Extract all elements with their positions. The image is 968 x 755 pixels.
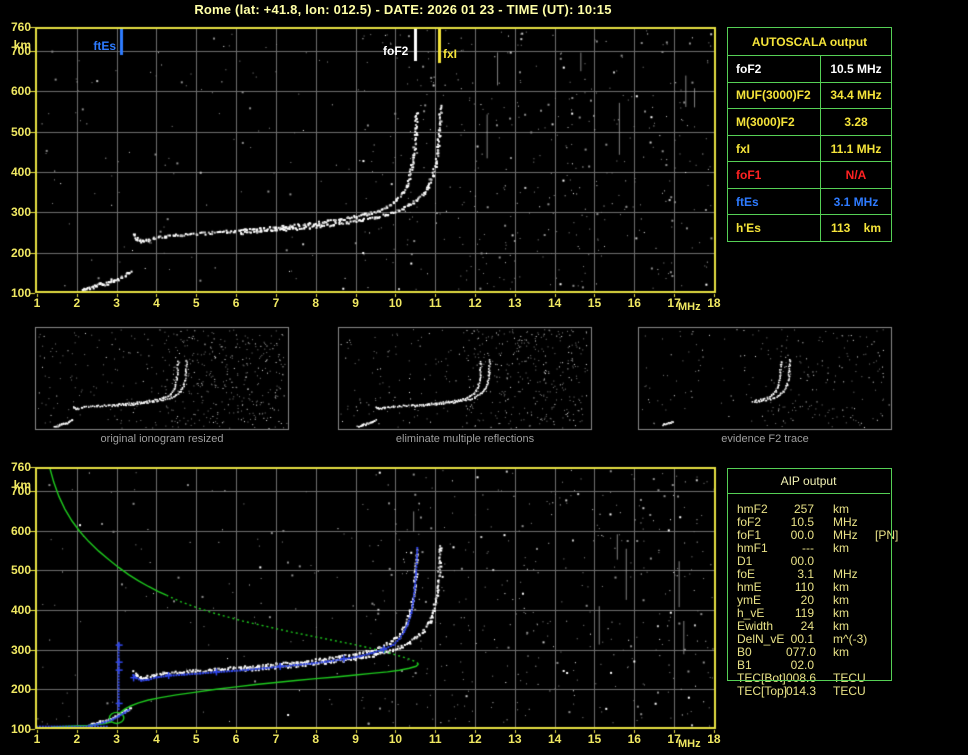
thumbnail-caption-eliminate: eliminate multiple reflections <box>395 433 535 445</box>
plot1-y-tick-label: 600 <box>10 523 31 538</box>
plot1-x-tick-label: 16 <box>627 732 641 746</box>
marker-label-ftEs: ftEs <box>93 39 116 53</box>
plot1-x-tick-label: 6 <box>232 732 240 746</box>
autoscala-param-label: foF1 <box>728 162 821 188</box>
autoscala-param-value: 113 km <box>830 221 882 236</box>
plot1-x-tick-label: 3 <box>113 732 120 746</box>
plot1-x-tick-label: 13 <box>508 732 522 746</box>
plot0-y-tick-label: 700 <box>10 44 31 59</box>
plot1-y-tick-label: 400 <box>10 602 31 617</box>
autoscala-param-label: MUF(3000)F2 <box>728 82 821 109</box>
marker-label-foF2: foF2 <box>383 44 409 58</box>
thumbnail-caption-original: original ionogram resized <box>100 433 224 445</box>
autoscala-param-label: M(3000)F2 <box>728 109 821 135</box>
aip-row-foE: foE 3.1 MHz <box>737 568 962 581</box>
plot0-x-tick-label: 4 <box>153 296 160 310</box>
plot1-x-tick-label: 10 <box>388 732 403 746</box>
autoscala-row-foF2: foF2 10.5 MHz <box>728 56 891 83</box>
plot1-x-tick-label: 7 <box>272 732 280 746</box>
plot1-x-tick-label: 15 <box>587 732 602 746</box>
plot1-y-tick-label: 100 <box>10 722 31 736</box>
plot0-x-tick-label: 18 <box>707 296 721 310</box>
plot1-y-tick-label: 500 <box>10 563 31 578</box>
plot1-y-tick-label: 200 <box>10 682 31 697</box>
autoscala-row-fxI: fxI 11.1 MHz <box>728 135 891 163</box>
aip-output-rows: hmF2 257 km foF2 10.5 MHz foF1 00.0 MHz [PN] hmF1-… <box>737 503 962 698</box>
plot0-x-tick-label: 7 <box>272 296 280 310</box>
plot1-y-tick-label: 300 <box>10 642 31 657</box>
autoscala-row-MUF3000F2: MUF(3000)F2 34.4 MHz <box>728 82 891 110</box>
autoscala-table-title: AUTOSCALA output <box>728 28 891 56</box>
autoscala-param-value: 11.1 MHz <box>830 141 882 156</box>
plot0-x-tick-label: 11 <box>428 296 442 310</box>
aip-unit: km <box>833 541 849 555</box>
plot0-x-tick-label: 5 <box>192 296 200 310</box>
autoscala-param-value: N/A <box>845 168 867 183</box>
aip-row-TECTop: TEC[Top]014.3 TECU <box>737 685 962 698</box>
autoscala-output-table: AUTOSCALA output foF2 10.5 MHz MUF(3000)F2… <box>727 27 892 242</box>
plot0-y-tick-label: 600 <box>10 84 31 99</box>
plot0-y-tick-label: 200 <box>10 245 31 260</box>
autoscala-param-value: 3.28 <box>844 114 868 129</box>
plot0-x-tick-label: 14 <box>547 296 562 310</box>
plot1-x-tick-label: 2 <box>73 732 81 746</box>
aip-row-foF1: foF1 00.0 MHz [PN] <box>737 529 962 542</box>
aip-label: TEC[Top] <box>737 684 788 698</box>
plot0-x-tick-label: 9 <box>352 296 359 310</box>
autoscala-app-window: Rome (lat: +41.8, lon: 012.5) - DATE: 20… <box>0 0 968 755</box>
autoscala-param-value: 3.1 MHz <box>833 194 879 209</box>
autoscala-row-hEs: h'Es 113 km <box>728 215 891 242</box>
plot0-x-tick-label: 16 <box>627 296 641 310</box>
plot0-y-tick-label: 760 <box>10 20 31 34</box>
autoscala-param-label: fxI <box>728 135 821 162</box>
autoscala-param-value: 34.4 MHz <box>830 88 882 103</box>
autoscala-row-foF1: foF1 N/A <box>728 162 891 189</box>
plot1-x-tick-label: 18 <box>707 732 721 746</box>
aip-row-ymE: ymE 20 km <box>737 594 962 607</box>
plot1-x-tick-label: 14 <box>547 732 562 746</box>
autoscala-param-value: 10.5 MHz <box>830 61 882 76</box>
aip-row-B0: B0 077.0 km <box>737 646 962 659</box>
autoscala-param-label: h'Es <box>728 215 821 242</box>
plot1-x-tick-label: 17 <box>667 732 681 746</box>
plot0-x-tick-label: 10 <box>388 296 403 310</box>
aip-table-title: AIP output <box>727 468 890 494</box>
aip-note: [PN] <box>875 528 899 542</box>
aip-val: 014.3 <box>786 684 817 698</box>
aip-row-DelNvE: DelN_vE 00.1 m^(-3) <box>737 633 962 646</box>
plot1-x-tick-label: 11 <box>428 732 442 746</box>
plot1-y-tick-label: 700 <box>10 483 31 498</box>
plot1-y-tick-label: 760 <box>10 460 31 474</box>
aip-row-hmE: hmE 110 km <box>737 581 962 594</box>
plot0-x-tick-label: 13 <box>508 296 522 310</box>
marker-label-fxI: fxI <box>443 47 458 61</box>
plot1-x-tick-label: 9 <box>352 732 359 746</box>
plot0-y-tick-label: 300 <box>10 205 31 220</box>
plot0-x-tick-label: 6 <box>232 296 240 310</box>
plot0-x-tick-label: 17 <box>667 296 681 310</box>
autoscala-param-label: foF2 <box>728 56 821 82</box>
plot0-y-tick-label: 500 <box>10 124 31 139</box>
plot0-y-tick-label: 400 <box>10 165 31 180</box>
plot0-x-tick-label: 15 <box>587 296 602 310</box>
plot0-x-tick-label: 3 <box>113 296 120 310</box>
autoscala-row-M3000F2: M(3000)F2 3.28 <box>728 109 891 136</box>
plot0-y-tick-label: 100 <box>10 286 31 300</box>
aip-unit: TECU <box>833 684 866 698</box>
plot1-x-tick-label: 12 <box>468 732 482 746</box>
plot1-x-tick-label: 5 <box>192 732 200 746</box>
plot0-x-tick-label: 12 <box>468 296 482 310</box>
page-title: Rome (lat: +41.8, lon: 012.5) - DATE: 20… <box>194 2 612 17</box>
autoscala-param-label: ftEs <box>728 188 821 215</box>
autoscala-row-ftEs: ftEs 3.1 MHz <box>728 188 891 216</box>
plot0-x-tick-label: 8 <box>312 296 320 310</box>
plot1-x-tick-label: 4 <box>153 732 160 746</box>
plot0-x-tick-label: 2 <box>73 296 81 310</box>
aip-row-hmF1: hmF1 --- km <box>737 542 962 555</box>
aip-unit: km <box>833 645 849 659</box>
plot1-x-tick-label: 8 <box>312 732 320 746</box>
thumbnail-caption-evidence: evidence F2 trace <box>721 433 809 445</box>
